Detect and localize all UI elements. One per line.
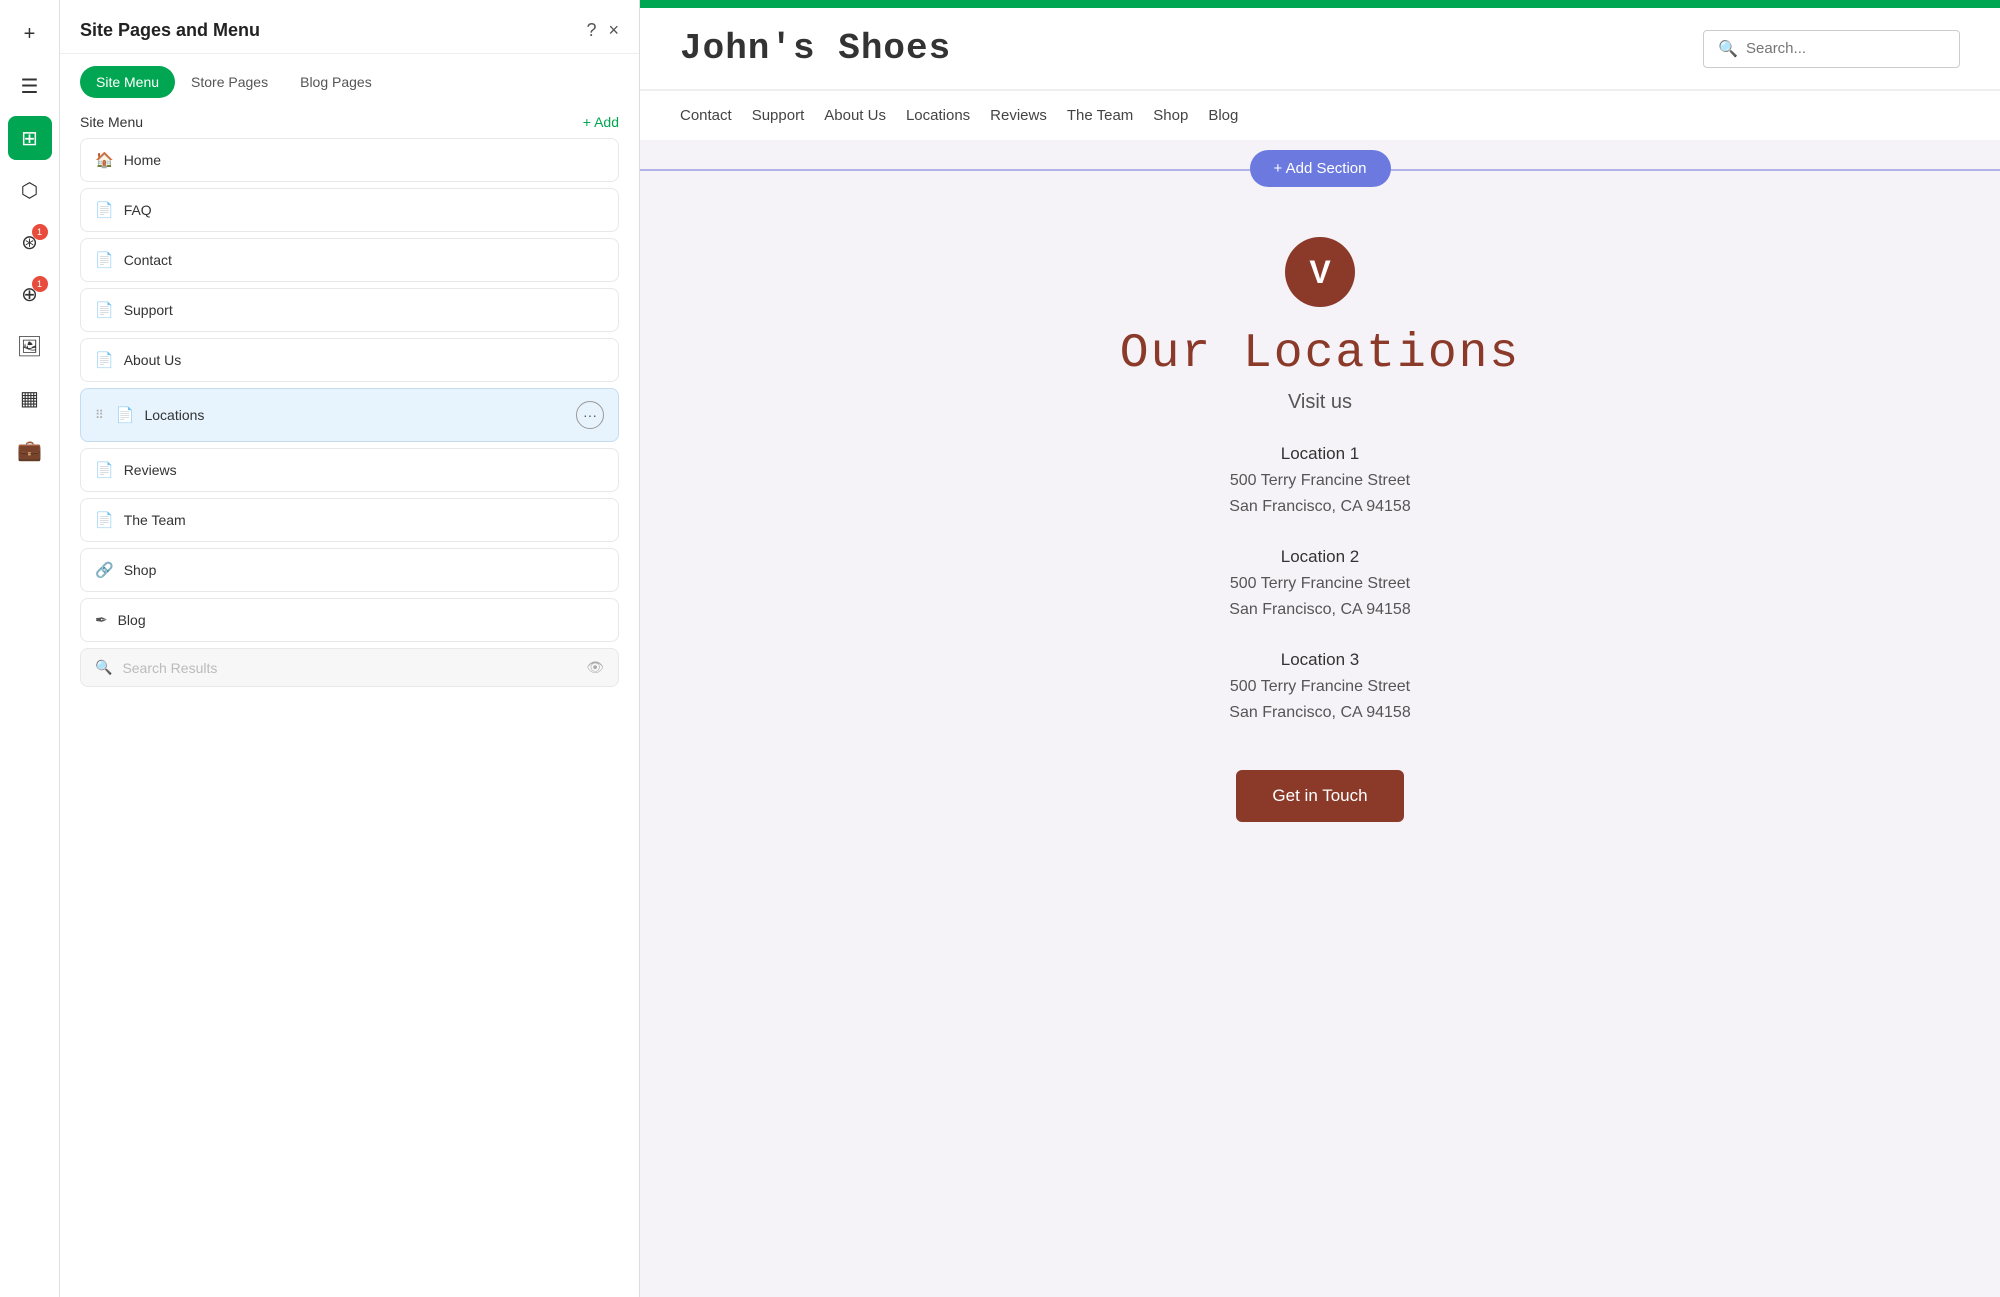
icon-design[interactable]: ⬡ — [8, 168, 52, 212]
page-name-shop: Shop — [124, 562, 604, 578]
site-search-input[interactable] — [1746, 40, 1945, 57]
page-item-the-team[interactable]: 📄 The Team — [80, 498, 619, 542]
icon-extensions[interactable]: ⊕ 1 — [8, 272, 52, 316]
location-2-addr1: 500 Terry Francine Street — [680, 571, 1960, 597]
page-item-reviews[interactable]: 📄 Reviews — [80, 448, 619, 492]
page-item-blog[interactable]: ✒ Blog — [80, 598, 619, 642]
location-1-name: Location 1 — [680, 444, 1960, 464]
location-2-addr2: San Francisco, CA 94158 — [680, 597, 1960, 623]
add-section-button[interactable]: + Add Section — [1250, 150, 1391, 187]
page-item-home[interactable]: 🏠 Home — [80, 138, 619, 182]
page-name-contact: Contact — [124, 252, 604, 268]
site-search-box[interactable]: 🔍 — [1703, 30, 1960, 68]
icon-grid[interactable]: ▦ — [8, 376, 52, 420]
section-label: Site Menu — [80, 114, 143, 130]
about-icon: 📄 — [95, 351, 114, 369]
nav-contact[interactable]: Contact — [680, 107, 732, 124]
blog-icon: ✒ — [95, 611, 108, 629]
icon-media[interactable]: 🖼 — [8, 324, 52, 368]
nav-locations[interactable]: Locations — [906, 107, 970, 124]
faq-icon: 📄 — [95, 201, 114, 219]
tab-navigation: Site Menu Store Pages Blog Pages — [60, 54, 639, 98]
panel-title: Site Pages and Menu — [80, 20, 260, 41]
location-3-addr1: 500 Terry Francine Street — [680, 674, 1960, 700]
site-navigation: John's Shoes 🔍 — [640, 8, 2000, 90]
search-results-text: Search Results — [122, 660, 576, 676]
page-list: 🏠 Home 📄 FAQ 📄 Contact 📄 Support 📄 About… — [60, 138, 639, 687]
page-item-contact[interactable]: 📄 Contact — [80, 238, 619, 282]
page-subheading: Visit us — [680, 391, 1960, 414]
panel-header-icons: ? × — [586, 20, 619, 41]
icon-briefcase[interactable]: 💼 — [8, 428, 52, 472]
page-item-about-us[interactable]: 📄 About Us — [80, 338, 619, 382]
page-name-home: Home — [124, 152, 604, 168]
page-name-support: Support — [124, 302, 604, 318]
icon-apps[interactable]: ⊛ 1 — [8, 220, 52, 264]
icon-add[interactable]: + — [8, 12, 52, 56]
left-sidebar: + ☰ ⊞ ⬡ ⊛ 1 ⊕ 1 🖼 ▦ 💼 — [0, 0, 60, 1297]
page-heading: Our Locations — [680, 327, 1960, 381]
page-name-blog: Blog — [118, 612, 604, 628]
nav-blog[interactable]: Blog — [1208, 107, 1238, 124]
page-name-about-us: About Us — [124, 352, 604, 368]
add-section-bar: + Add Section — [640, 140, 2000, 197]
location-1-addr2: San Francisco, CA 94158 — [680, 494, 1960, 520]
search-results-item[interactable]: 🔍 Search Results 👁 — [80, 648, 619, 687]
page-item-faq[interactable]: 📄 FAQ — [80, 188, 619, 232]
nav-shop[interactable]: Shop — [1153, 107, 1188, 124]
icon-pages[interactable]: ⊞ — [8, 116, 52, 160]
nav-the-team[interactable]: The Team — [1067, 107, 1133, 124]
more-options-button[interactable]: ··· — [576, 401, 604, 429]
support-icon: 📄 — [95, 301, 114, 319]
logo-letter: V — [1309, 254, 1330, 291]
location-3-addr2: San Francisco, CA 94158 — [680, 700, 1960, 726]
nav-reviews[interactable]: Reviews — [990, 107, 1047, 124]
page-item-shop[interactable]: 🔗 Shop — [80, 548, 619, 592]
nav-support[interactable]: Support — [752, 107, 805, 124]
page-name-faq: FAQ — [124, 202, 604, 218]
reviews-icon: 📄 — [95, 461, 114, 479]
site-title: John's Shoes — [680, 8, 951, 89]
nav-links-bar: Contact Support About Us Locations Revie… — [640, 90, 2000, 140]
close-icon[interactable]: × — [608, 20, 619, 41]
site-pages-panel: Site Pages and Menu ? × Site Menu Store … — [60, 0, 640, 1297]
website-preview: John's Shoes 🔍 Contact Support About Us … — [640, 0, 2000, 1297]
tab-store-pages[interactable]: Store Pages — [175, 66, 284, 98]
top-green-bar — [640, 0, 2000, 8]
location-3-name: Location 3 — [680, 650, 1960, 670]
section-header: Site Menu + Add — [60, 98, 639, 138]
page-content: V Our Locations Visit us Location 1 500 … — [640, 197, 2000, 862]
search-icon: 🔍 — [1718, 39, 1738, 59]
nav-about-us[interactable]: About Us — [824, 107, 886, 124]
location-1-addr1: 500 Terry Francine Street — [680, 468, 1960, 494]
page-name-locations: Locations — [144, 407, 566, 423]
locations-icon: 📄 — [116, 406, 135, 424]
icon-hamburger[interactable]: ☰ — [8, 64, 52, 108]
location-3: Location 3 500 Terry Francine Street San… — [680, 650, 1960, 725]
search-small-icon: 🔍 — [95, 659, 112, 676]
location-2: Location 2 500 Terry Francine Street San… — [680, 547, 1960, 622]
shop-icon: 🔗 — [95, 561, 114, 579]
page-item-locations[interactable]: ⠿ 📄 Locations ··· — [80, 388, 619, 442]
contact-icon: 📄 — [95, 251, 114, 269]
main-content: John's Shoes 🔍 Contact Support About Us … — [640, 0, 2000, 1297]
get-in-touch-button[interactable]: Get in Touch — [1236, 770, 1403, 822]
team-icon: 📄 — [95, 511, 114, 529]
tab-site-menu[interactable]: Site Menu — [80, 66, 175, 98]
location-1: Location 1 500 Terry Francine Street San… — [680, 444, 1960, 519]
drag-handle-icon: ⠿ — [95, 408, 104, 422]
site-logo: V — [1285, 237, 1355, 307]
panel-header: Site Pages and Menu ? × — [60, 0, 639, 54]
help-icon[interactable]: ? — [586, 20, 596, 41]
eye-icon[interactable]: 👁 — [586, 659, 604, 676]
page-name-reviews: Reviews — [124, 462, 604, 478]
page-name-the-team: The Team — [124, 512, 604, 528]
add-page-button[interactable]: + Add — [583, 114, 619, 130]
page-item-support[interactable]: 📄 Support — [80, 288, 619, 332]
home-icon: 🏠 — [95, 151, 114, 169]
tab-blog-pages[interactable]: Blog Pages — [284, 66, 388, 98]
location-2-name: Location 2 — [680, 547, 1960, 567]
